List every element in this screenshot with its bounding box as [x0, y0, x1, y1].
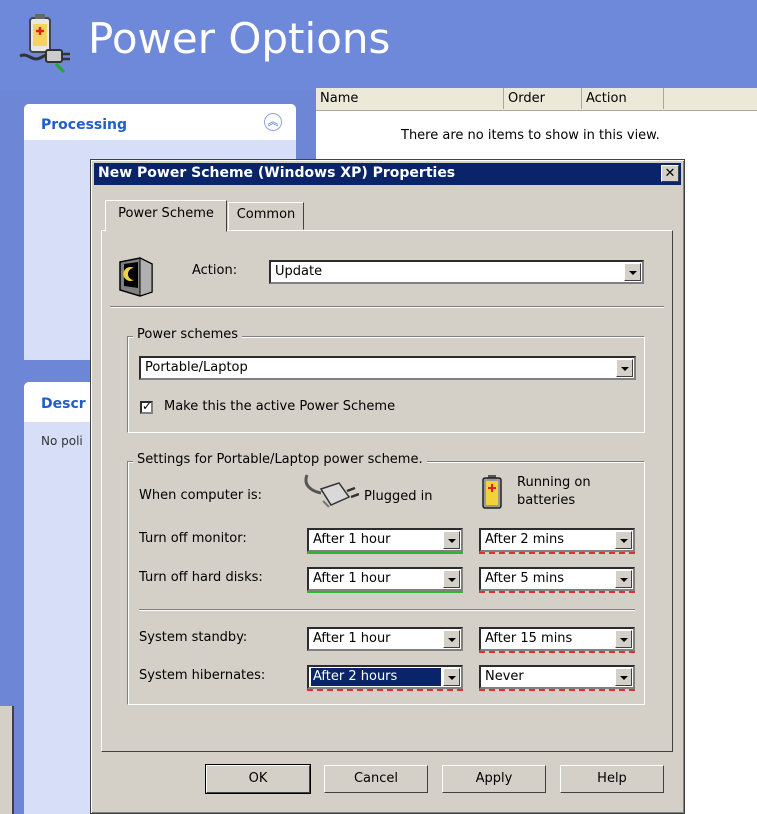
turn-off-monitor-label: Turn off monitor:: [139, 531, 247, 546]
divider: [110, 306, 664, 308]
page-title: Power Options: [88, 14, 391, 63]
hard-disks-plugged-select[interactable]: After 1 hour: [307, 567, 463, 591]
system-standby-label: System standby:: [139, 630, 248, 645]
monitor-battery-select[interactable]: After 2 mins: [479, 528, 635, 552]
description-pane-text: No poli: [41, 434, 83, 448]
ok-button[interactable]: OK: [205, 764, 311, 794]
hibernate-battery-value: Never: [485, 669, 524, 684]
column-header-action[interactable]: Action: [582, 88, 664, 109]
empty-list-message: There are no items to show in this view.: [401, 128, 660, 143]
hard-disks-battery-select[interactable]: After 5 mins: [479, 567, 635, 591]
background-window-edge: [0, 706, 14, 814]
monitor-battery-value: After 2 mins: [485, 532, 565, 547]
dropdown-arrow-icon[interactable]: [443, 570, 460, 588]
action-select[interactable]: Update: [269, 260, 644, 284]
plugged-underline: [307, 591, 463, 593]
list-header: Name Order Action: [316, 88, 757, 111]
close-icon[interactable]: ✕: [661, 165, 679, 182]
turn-off-hard-disks-label: Turn off hard disks:: [139, 570, 263, 585]
power-scheme-select[interactable]: Portable/Laptop: [139, 356, 636, 380]
cancel-button[interactable]: Cancel: [324, 765, 428, 793]
tab-page-power-scheme: Action: Update Power schemes Portable/La…: [101, 230, 673, 752]
standby-plugged-value: After 1 hour: [313, 631, 391, 646]
help-button[interactable]: Help: [560, 765, 664, 793]
dropdown-arrow-icon[interactable]: [443, 531, 460, 549]
dropdown-arrow-icon[interactable]: [615, 531, 632, 549]
collapse-chevrons-icon[interactable]: ︽: [264, 113, 282, 131]
console-title-area: Power Options: [0, 0, 757, 90]
plug-icon: [304, 474, 359, 508]
dropdown-arrow-icon[interactable]: [443, 668, 460, 686]
active-scheme-checkbox[interactable]: [140, 399, 153, 414]
description-pane-title: Descr: [41, 396, 86, 412]
plugged-underline-modified: [307, 689, 463, 691]
running-on-label: Running on: [517, 475, 591, 490]
battery-underline: [479, 552, 635, 554]
apply-button[interactable]: Apply: [442, 765, 546, 793]
monitor-plugged-select[interactable]: After 1 hour: [307, 528, 463, 552]
power-schemes-group-label: Power schemes: [133, 327, 243, 342]
properties-dialog: New Power Scheme (Windows XP) Properties…: [90, 159, 685, 814]
dialog-title: New Power Scheme (Windows XP) Properties: [98, 165, 456, 181]
processing-pane-title: Processing: [41, 117, 128, 133]
standby-plugged-select[interactable]: After 1 hour: [307, 627, 463, 651]
batteries-label: batteries: [517, 493, 576, 508]
column-header-name[interactable]: Name: [316, 88, 504, 109]
power-schemes-group: [127, 336, 645, 433]
battery-underline: [479, 689, 635, 691]
action-label: Action:: [192, 263, 238, 278]
action-select-value: Update: [275, 264, 323, 279]
monitor-plugged-value: After 1 hour: [313, 532, 391, 547]
hibernate-plugged-select[interactable]: After 2 hours: [307, 665, 463, 689]
tab-power-scheme[interactable]: Power Scheme: [105, 200, 227, 232]
battery-underline: [479, 591, 635, 593]
dropdown-arrow-icon[interactable]: [616, 359, 633, 377]
divider: [139, 609, 635, 611]
dialog-title-bar[interactable]: New Power Scheme (Windows XP) Properties…: [94, 163, 681, 185]
plugged-underline: [307, 552, 463, 554]
battery-icon: [482, 475, 502, 509]
dropdown-arrow-icon[interactable]: [615, 630, 632, 648]
dropdown-arrow-icon[interactable]: [615, 668, 632, 686]
power-scheme-select-value: Portable/Laptop: [145, 360, 248, 375]
when-computer-is-label: When computer is:: [139, 488, 263, 503]
hard-disks-battery-value: After 5 mins: [485, 571, 565, 586]
standby-battery-value: After 15 mins: [485, 631, 573, 646]
power-options-icon: [19, 14, 70, 74]
dropdown-arrow-icon[interactable]: [615, 570, 632, 588]
dropdown-arrow-icon[interactable]: [443, 630, 460, 648]
monitor-moon-icon: [119, 257, 153, 297]
hibernate-battery-select[interactable]: Never: [479, 665, 635, 689]
column-header-order[interactable]: Order: [504, 88, 582, 109]
battery-underline: [479, 651, 635, 653]
hibernate-plugged-value: After 2 hours: [311, 668, 441, 686]
hard-disks-plugged-value: After 1 hour: [313, 571, 391, 586]
plugged-in-label: Plugged in: [364, 489, 433, 504]
tab-common[interactable]: Common: [228, 202, 304, 230]
standby-battery-select[interactable]: After 15 mins: [479, 627, 635, 651]
dropdown-arrow-icon[interactable]: [624, 263, 641, 281]
active-scheme-checkbox-label: Make this the active Power Scheme: [164, 399, 396, 414]
settings-group-label: Settings for Portable/Laptop power schem…: [133, 452, 427, 467]
system-hibernates-label: System hibernates:: [139, 668, 266, 683]
